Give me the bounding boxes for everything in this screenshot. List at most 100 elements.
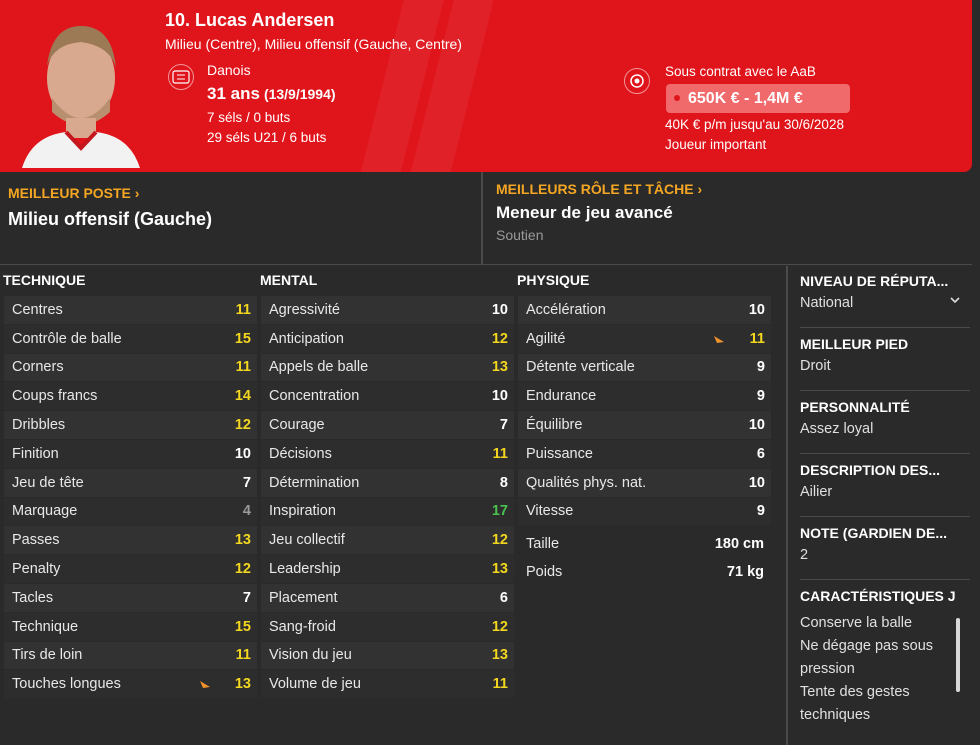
attribute-value: 17 [491, 503, 508, 520]
attribute-row[interactable]: Appels de balle 13 [261, 353, 514, 383]
attribute-label: Puissance [526, 445, 593, 462]
nation-badge-icon[interactable] [168, 64, 194, 90]
progress-arrow-icon [200, 681, 210, 689]
chevron-right-icon: › [697, 181, 703, 197]
preferred-foot-value: Droit [800, 358, 831, 374]
weight-value: 71 kg [726, 564, 764, 580]
best-role-link[interactable]: MEILLEURS RÔLE ET TÂCHE › [496, 181, 702, 197]
trait-item: Ne dégage pas sous [800, 638, 934, 654]
attribute-row[interactable]: Puissance 6 [518, 439, 771, 469]
nationality[interactable]: Danois [207, 62, 251, 78]
best-position-link[interactable]: MEILLEUR POSTE › [8, 185, 139, 201]
attribute-row[interactable]: Contrôle de balle 15 [4, 324, 257, 354]
player-age: 31 ans (13/9/1994) [207, 84, 336, 104]
attribute-label: Centres [12, 301, 63, 318]
attribute-row[interactable]: Tacles 7 [4, 583, 257, 613]
best-position-value: Milieu offensif (Gauche) [8, 209, 213, 229]
personality-block: PERSONNALITÉ Assez loyal [800, 399, 968, 437]
attribute-row[interactable]: Décisions 11 [261, 439, 514, 469]
attribute-row[interactable]: Touches longues 13 [4, 670, 257, 700]
traits-scrollbar[interactable] [956, 618, 960, 692]
attribute-label: Accélération [526, 301, 606, 318]
attribute-row[interactable]: Technique 15 [4, 612, 257, 642]
height-label: Taille [526, 536, 560, 552]
best-role-value: Meneur de jeu avancé [496, 203, 673, 222]
squad-status: Joueur important [665, 137, 767, 152]
attribute-value: 11 [235, 359, 251, 376]
trait-item: techniques [800, 707, 871, 723]
attribute-row[interactable]: Centres 11 [4, 296, 257, 325]
transfer-value-tag[interactable]: 650K € - 1,4M € [666, 84, 850, 113]
attribute-value: 11 [235, 301, 251, 318]
traits-block: CARACTÉRISTIQUES J Conserve la balle Ne … [800, 588, 968, 727]
attribute-value: 10 [748, 301, 765, 318]
attribute-value: 10 [491, 388, 508, 405]
chevron-right-icon: › [134, 185, 140, 201]
attribute-row[interactable]: Volume de jeu 11 [261, 670, 514, 700]
attribute-row[interactable]: Passes 13 [4, 526, 257, 556]
attribute-row[interactable]: Inspiration 17 [261, 497, 514, 527]
attribute-row[interactable]: Anticipation 12 [261, 324, 514, 354]
contract-club[interactable]: Sous contrat avec le AaB [665, 64, 816, 79]
attribute-value: 15 [234, 330, 251, 347]
attribute-value: 9 [756, 388, 765, 405]
attribute-row[interactable]: Corners 11 [4, 353, 257, 383]
attribute-value: 6 [499, 589, 508, 606]
attribute-row[interactable]: Marquage 4 [4, 497, 257, 527]
attribute-label: Tacles [12, 589, 54, 606]
attribute-row[interactable]: Détente verticale 9 [518, 353, 771, 383]
attribute-value: 10 [234, 445, 251, 462]
club-badge-icon[interactable] [624, 68, 650, 94]
attribute-row[interactable]: Tirs de loin 11 [4, 641, 257, 671]
height-value: 180 cm [714, 536, 764, 552]
chevron-down-icon[interactable] [950, 295, 960, 305]
date-of-birth: (13/9/1994) [263, 86, 336, 102]
attribute-row[interactable]: Vision du jeu 13 [261, 641, 514, 671]
attribute-row[interactable]: Accélération 10 [518, 296, 771, 325]
attribute-value: 11 [492, 676, 508, 693]
attribute-label: Finition [12, 445, 59, 462]
attribute-label: Appels de balle [269, 359, 369, 376]
attribute-label: Agressivité [269, 301, 340, 318]
international-caps: 7 séls / 0 buts 29 séls U21 / 6 buts [207, 108, 326, 148]
divider [800, 453, 970, 454]
attribute-row[interactable]: Agilité 11 [518, 324, 771, 354]
physique-header: PHYSIQUE [517, 272, 590, 288]
attribute-label: Volume de jeu [269, 676, 361, 693]
attribute-row[interactable]: Jeu de tête 7 [4, 468, 257, 498]
attribute-row[interactable]: Leadership 13 [261, 555, 514, 584]
attribute-row[interactable]: Dribbles 12 [4, 411, 257, 440]
attribute-row[interactable]: Sang-froid 12 [261, 612, 514, 642]
goalkeeper-rating-block: NOTE (GARDIEN DE... 2 [800, 525, 968, 563]
attribute-row[interactable]: Placement 6 [261, 583, 514, 613]
attribute-row[interactable]: Finition 10 [4, 439, 257, 469]
attribute-label: Anticipation [269, 330, 344, 347]
attribute-row[interactable]: Courage 7 [261, 411, 514, 440]
player-photo [22, 8, 140, 168]
technique-header: TECHNIQUE [3, 272, 86, 288]
attribute-label: Agilité [526, 330, 566, 347]
attribute-row[interactable]: Équilibre 10 [518, 411, 771, 440]
weight-row: Poids 71 kg [517, 558, 770, 586]
best-position-panel[interactable]: MEILLEUR POSTE › Milieu offensif (Gauche… [0, 172, 483, 265]
attribute-row[interactable]: Coups francs 14 [4, 382, 257, 412]
attribute-row[interactable]: Jeu collectif 12 [261, 526, 514, 556]
attribute-value: 12 [234, 417, 251, 434]
attribute-row[interactable]: Qualités phys. nat. 10 [518, 468, 771, 498]
attribute-value: 11 [235, 647, 251, 664]
attribute-value: 13 [234, 532, 251, 549]
attribute-label: Placement [269, 589, 338, 606]
attribute-value: 11 [492, 445, 508, 462]
attribute-row[interactable]: Endurance 9 [518, 382, 771, 412]
attribute-row[interactable]: Penalty 12 [4, 555, 257, 584]
attribute-row[interactable]: Concentration 10 [261, 382, 514, 412]
attribute-label: Détermination [269, 474, 360, 491]
reputation-block[interactable]: NIVEAU DE RÉPUTA... National [800, 273, 968, 311]
attribute-row[interactable]: Détermination 8 [261, 468, 514, 498]
attribute-label: Touches longues [12, 676, 121, 693]
mental-header: MENTAL [260, 272, 318, 288]
attribute-value: 7 [499, 417, 508, 434]
attribute-row[interactable]: Vitesse 9 [518, 497, 771, 527]
attribute-label: Endurance [526, 388, 597, 405]
attribute-row[interactable]: Agressivité 10 [261, 296, 514, 325]
